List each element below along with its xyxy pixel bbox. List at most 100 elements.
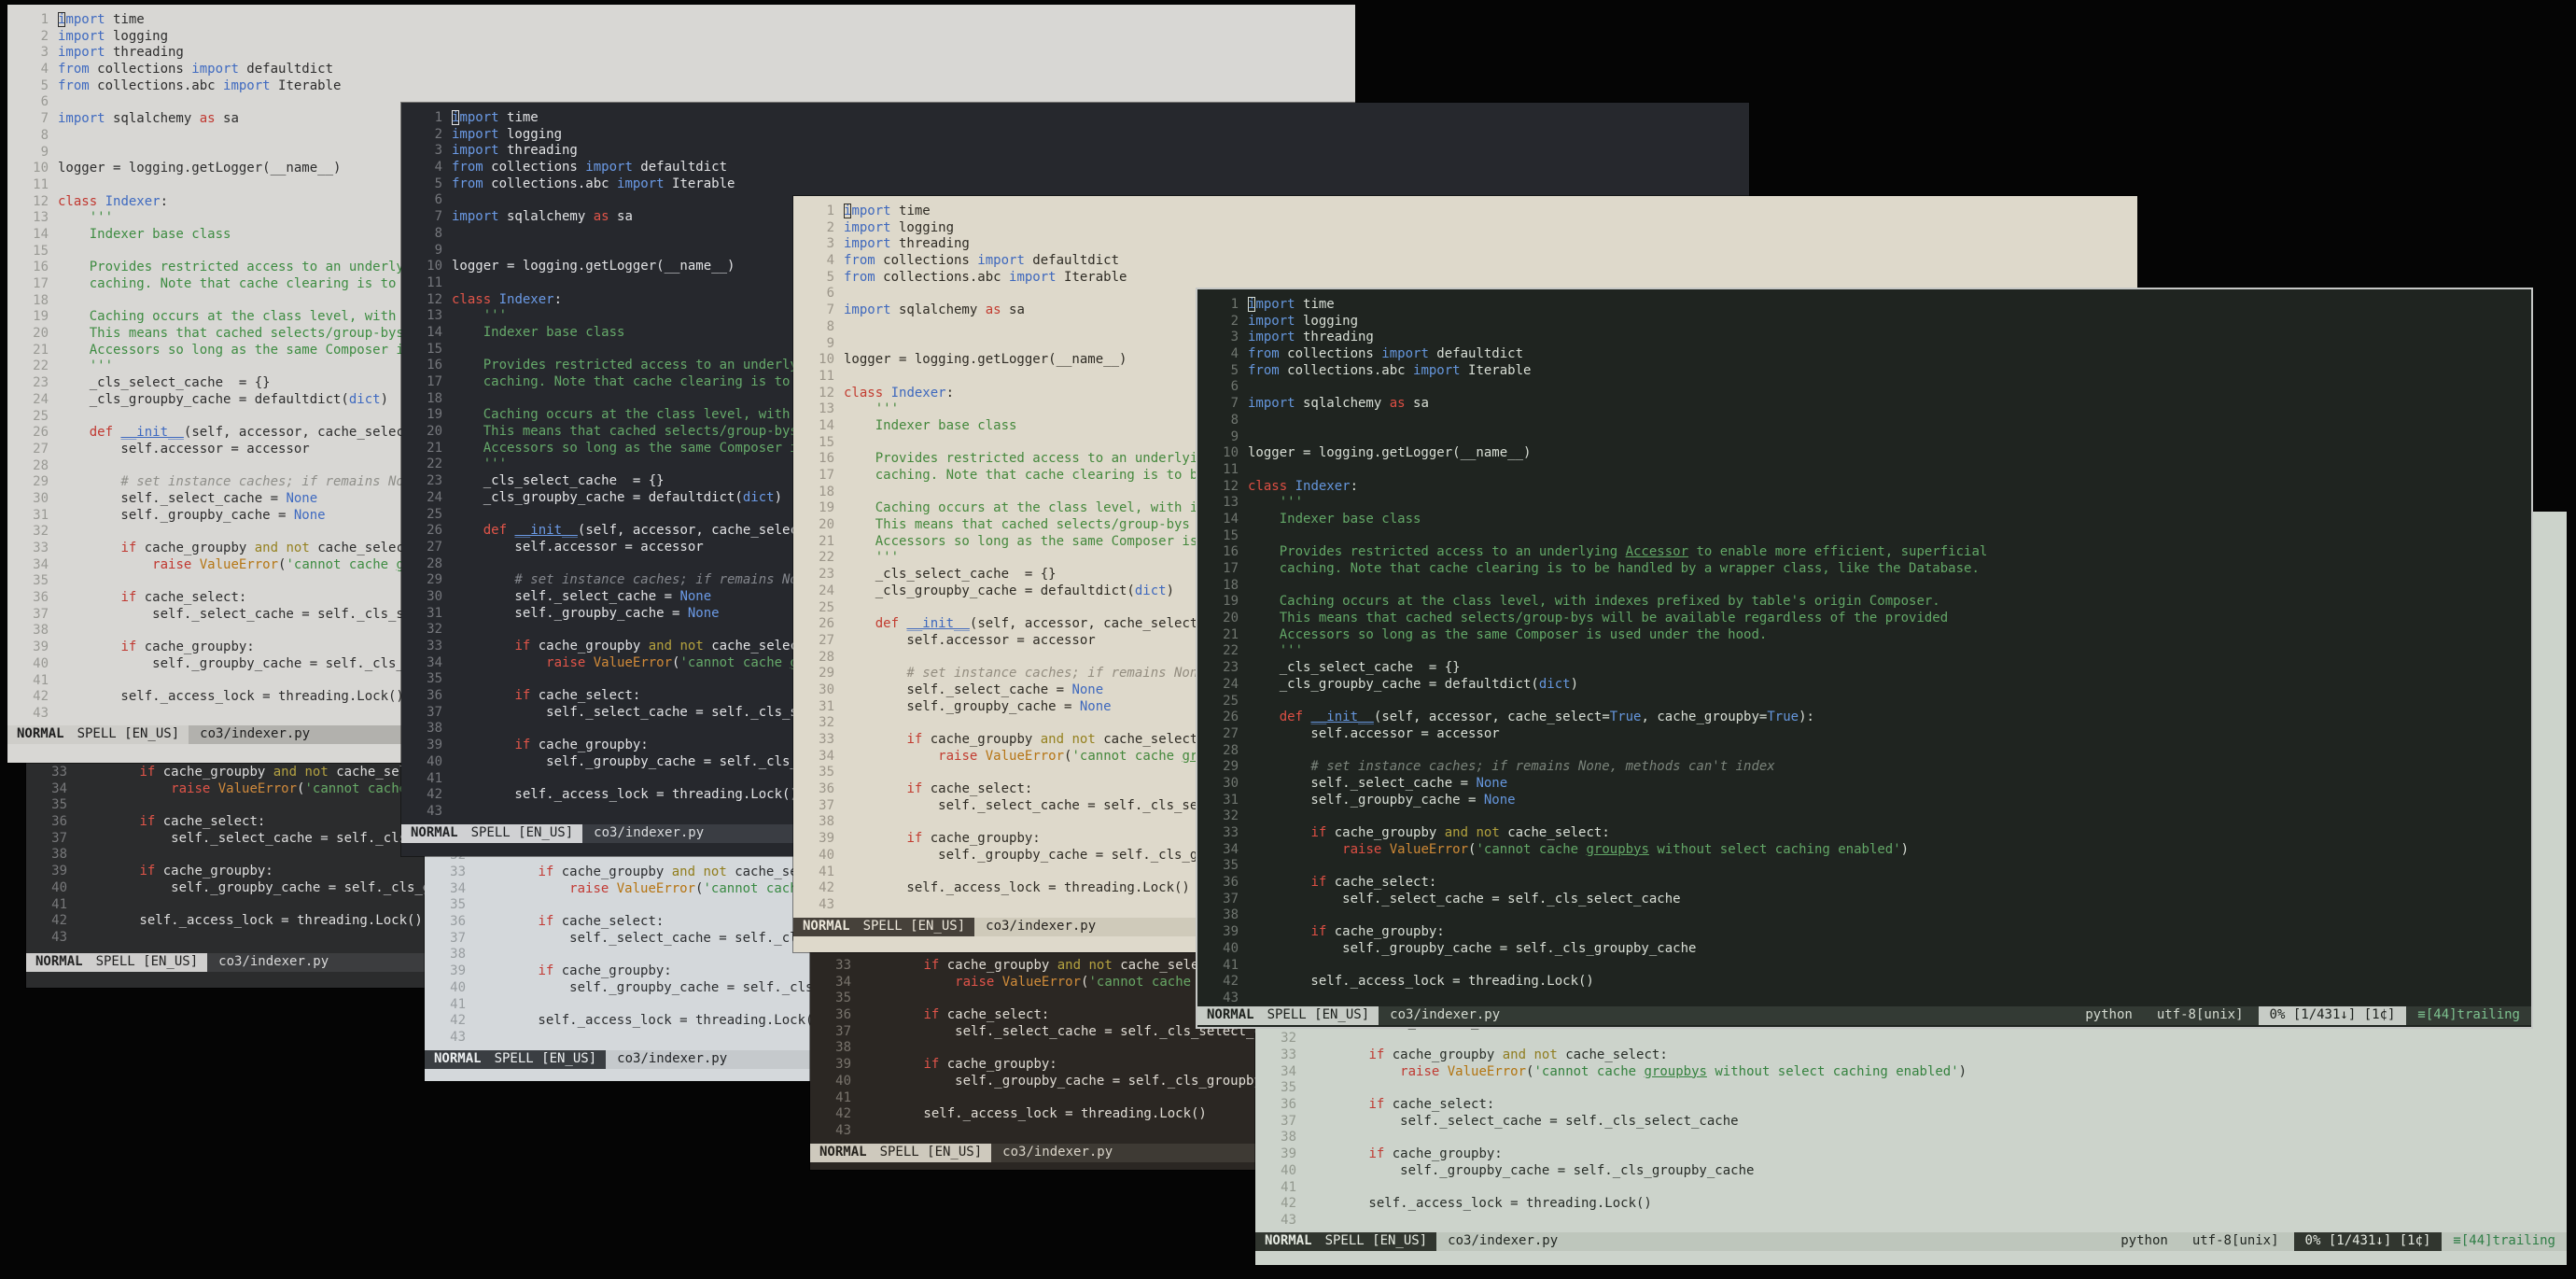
code-line[interactable]: 5 from collections.abc import Iterable — [7, 78, 1355, 95]
code-line[interactable]: 40 self._groupby_cache = self._cls_group… — [1255, 1163, 2567, 1180]
code-line[interactable]: 4 from collections import defaultdict — [1197, 346, 2531, 363]
code-line[interactable]: 2 import logging — [793, 220, 2137, 237]
line-number: 5 — [40, 77, 49, 93]
code-line[interactable]: 1import time — [7, 12, 1355, 29]
code-line[interactable]: 16 Provides restricted access to an unde… — [1197, 544, 2531, 561]
code-line[interactable]: 23 _cls_select_cache = {} — [1197, 660, 2531, 677]
vim-buffer[interactable]: 1import time2import logging3import threa… — [1197, 297, 2531, 1007]
code-line[interactable]: 3 import threading — [401, 143, 1749, 160]
code-line[interactable]: 36 if cache_select: — [1255, 1097, 2567, 1114]
line-number: 42 — [819, 880, 834, 896]
code-line[interactable]: 42 self._access_lock = threading.Lock() — [1197, 974, 2531, 991]
code-line[interactable]: 1import time — [793, 204, 2137, 220]
code-line[interactable]: 39 if cache_groupby: — [1197, 924, 2531, 941]
code-line[interactable]: 1import time — [1197, 297, 2531, 314]
code-line[interactable]: 39 if cache_groupby: — [1255, 1146, 2567, 1163]
code-line[interactable]: 2 import logging — [1197, 314, 2531, 330]
code-line[interactable]: 40 self._groupby_cache = self._cls_group… — [1197, 941, 2531, 958]
code-line[interactable]: 37 self._select_cache = self._cls_select… — [1255, 1114, 2567, 1131]
code-line[interactable]: 21 Accessors so long as the same Compose… — [1197, 627, 2531, 644]
code-line[interactable]: 38 — [1255, 1130, 2567, 1146]
code-line[interactable]: 7 import sqlalchemy as sa — [1197, 396, 2531, 413]
code-line[interactable]: 17 caching. Note that cache clearing is … — [1197, 561, 2531, 578]
code-line[interactable]: 24 _cls_groupby_cache = defaultdict(dict… — [1197, 677, 2531, 694]
code-line[interactable]: 38 — [1197, 907, 2531, 924]
line-number: 39 — [33, 640, 49, 655]
line-number: 10 — [427, 259, 442, 274]
code-line[interactable]: 32 — [1197, 808, 2531, 825]
code-line[interactable]: 28 — [1197, 743, 2531, 760]
code-line[interactable]: 35 — [1197, 858, 2531, 875]
code-token: from — [1248, 362, 1280, 378]
code-line[interactable]: 2 import logging — [7, 29, 1355, 46]
code-line[interactable]: 15 — [1197, 528, 2531, 545]
code-line[interactable]: 22 ''' — [1197, 643, 2531, 660]
code-line[interactable]: 14 Indexer base class — [1197, 512, 2531, 528]
code-line[interactable]: 2 import logging — [401, 127, 1749, 144]
line-number: 24 — [819, 583, 834, 598]
line-number: 39 — [835, 1057, 851, 1073]
line-number: 16 — [1223, 544, 1239, 560]
line-number: 1 — [434, 110, 442, 125]
code-line[interactable]: 1import time — [401, 110, 1749, 127]
code-line[interactable]: 37 self._select_cache = self._cls_select… — [1197, 892, 2531, 908]
code-line[interactable]: 43 — [1255, 1213, 2567, 1230]
code-line[interactable]: 3 import threading — [1197, 330, 2531, 346]
code-line[interactable]: 19 Caching occurs at the class level, wi… — [1197, 594, 2531, 611]
code-line[interactable]: 32 — [1255, 1031, 2567, 1047]
code-line[interactable]: 30 self._select_cache = None — [1197, 776, 2531, 793]
code-token: Indexer base class — [58, 226, 231, 242]
filename: co3/indexer.py — [1448, 1233, 1559, 1249]
code-line[interactable]: 3 import threading — [793, 236, 2137, 253]
code-line[interactable]: 8 — [1197, 413, 2531, 429]
code-line[interactable]: 5 from collections.abc import Iterable — [401, 176, 1749, 193]
code-token: as — [199, 111, 216, 127]
code-line[interactable]: 29 # set instance caches; if remains Non… — [1197, 759, 2531, 776]
code-line[interactable]: 31 self._groupby_cache = None — [1197, 793, 2531, 809]
code-line[interactable]: 4 from collections import defaultdict — [401, 160, 1749, 176]
code-line[interactable]: 33 if cache_groupby and not cache_select… — [1197, 825, 2531, 842]
code-line[interactable]: 12 class Indexer: — [1197, 479, 2531, 496]
code-line[interactable]: 9 — [1197, 429, 2531, 446]
line-number: 35 — [51, 797, 67, 813]
code-line[interactable]: 42 self._access_lock = threading.Lock() — [1255, 1196, 2567, 1213]
code-line[interactable]: 25 — [1197, 694, 2531, 710]
code-line[interactable]: 10 logger = logging.getLogger(__name__) — [1197, 445, 2531, 462]
code-line[interactable]: 4 from collections import defaultdict — [793, 253, 2137, 270]
code-token: import — [452, 143, 499, 159]
code-token: Iterable — [1056, 269, 1127, 285]
code-line[interactable]: 20 This means that cached selects/group-… — [1197, 611, 2531, 627]
code-token: threading — [498, 143, 578, 159]
code-line[interactable]: 13 ''' — [1197, 495, 2531, 512]
code-line[interactable]: 34 raise ValueError('cannot cache groupb… — [1255, 1064, 2567, 1081]
code-line[interactable]: 26 def __init__(self, accessor, cache_se… — [1197, 710, 2531, 726]
code-line[interactable]: 5 from collections.abc import Iterable — [793, 270, 2137, 287]
code-line[interactable]: 34 raise ValueError('cannot cache groupb… — [1197, 842, 2531, 859]
code-line[interactable]: 4 from collections import defaultdict — [7, 62, 1355, 78]
code-line[interactable]: 41 — [1255, 1180, 2567, 1197]
line-number: 33 — [819, 732, 834, 747]
code-line[interactable]: 18 — [1197, 578, 2531, 595]
code-line[interactable]: 11 — [1197, 462, 2531, 479]
code-line[interactable]: 5 from collections.abc import Iterable — [1197, 363, 2531, 380]
code-line[interactable]: 3 import threading — [7, 45, 1355, 62]
code-line[interactable]: 36 if cache_select: — [1197, 875, 2531, 892]
line-number: 1 — [1230, 297, 1239, 312]
code-token: if — [906, 732, 923, 747]
code-token: class — [452, 291, 492, 307]
line-number: 21 — [819, 533, 834, 549]
code-token: 'cannot cache — [1071, 748, 1183, 764]
line-number: 35 — [819, 765, 834, 780]
code-line[interactable]: 27 self.accessor = accessor — [1197, 726, 2531, 743]
code-line[interactable]: 35 — [1255, 1080, 2567, 1097]
code-line[interactable]: 43 — [1197, 991, 2531, 1007]
statusline-left-segment: NORMAL SPELL [EN_US] — [425, 1050, 607, 1069]
terminal-window-terminal-7[interactable]: 1 import time 2 import logging 3 import threa… — [1197, 289, 2531, 1027]
code-token: if — [514, 639, 531, 654]
code-line[interactable]: 33 if cache_groupby and not cache_select… — [1255, 1047, 2567, 1064]
code-line[interactable]: 41 — [1197, 958, 2531, 975]
line-number: 13 — [33, 210, 49, 226]
code-line[interactable]: 6 — [1197, 379, 2531, 396]
